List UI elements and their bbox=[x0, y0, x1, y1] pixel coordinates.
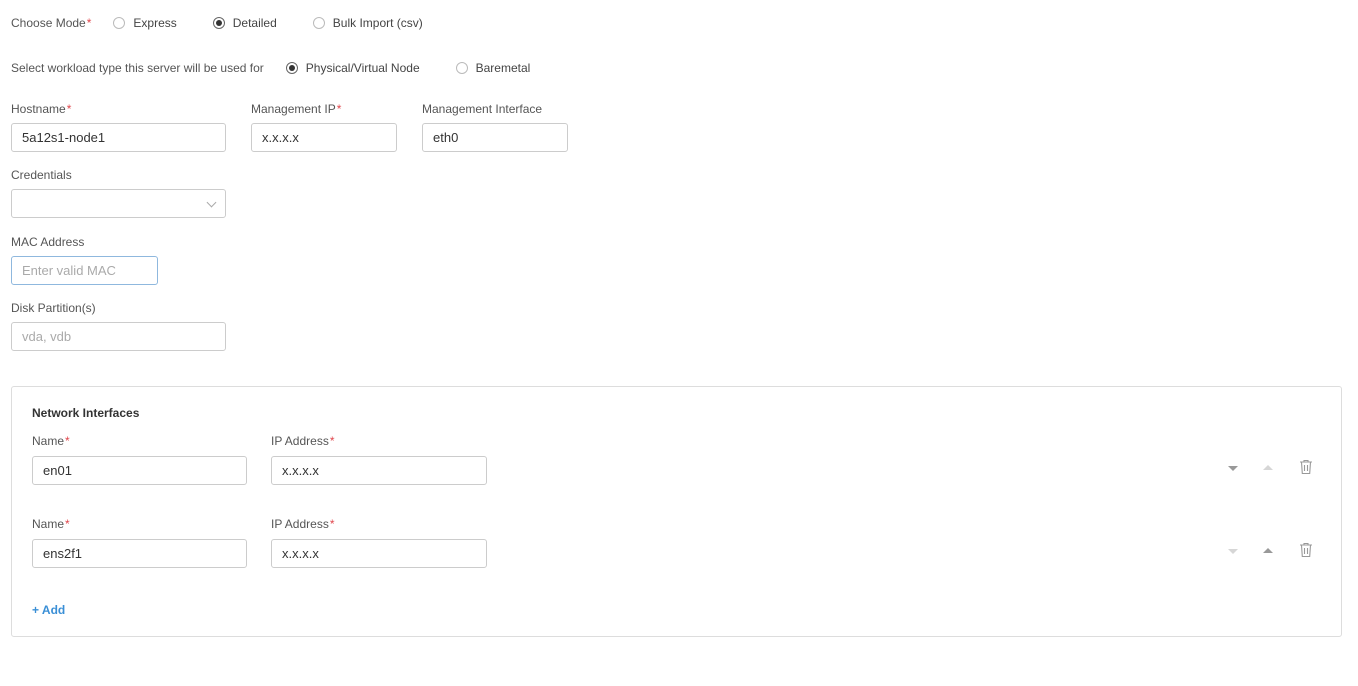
mode-option-detailed-label: Detailed bbox=[232, 16, 277, 30]
mode-row: Choose Mode* Express Detailed Bulk Impor… bbox=[11, 16, 459, 30]
interface-ip-label: IP Address* bbox=[271, 517, 335, 531]
chevron-down-icon bbox=[206, 197, 217, 207]
hostname-label-text: Hostname bbox=[11, 102, 66, 116]
mode-option-express-label: Express bbox=[133, 16, 177, 30]
network-interfaces-panel: Network Interfaces Name* IP Address* Nam… bbox=[11, 386, 1342, 637]
required-mark: * bbox=[65, 517, 70, 531]
radio-bulk-import[interactable] bbox=[312, 17, 325, 29]
workload-row: Select workload type this server will be… bbox=[11, 61, 566, 75]
interface-name-label: Name* bbox=[32, 517, 70, 531]
interface-name-label-text: Name bbox=[32, 434, 65, 448]
workload-option-baremetal-label: Baremetal bbox=[475, 61, 531, 75]
mode-label-text: Choose Mode bbox=[11, 16, 86, 30]
credentials-label: Credentials bbox=[11, 168, 72, 182]
triangle-down-icon[interactable] bbox=[1228, 466, 1238, 471]
required-mark: * bbox=[329, 517, 335, 531]
workload-option-baremetal[interactable]: Baremetal bbox=[455, 61, 531, 75]
mode-label: Choose Mode* bbox=[11, 16, 91, 30]
hostname-label: Hostname* bbox=[11, 102, 71, 116]
mode-option-bulk-import-label: Bulk Import (csv) bbox=[332, 16, 423, 30]
mode-option-express[interactable]: Express bbox=[113, 16, 177, 30]
radio-detailed[interactable] bbox=[212, 17, 225, 29]
interface-name-label: Name* bbox=[32, 434, 70, 448]
disk-partitions-input[interactable] bbox=[11, 322, 226, 351]
interface-name-input[interactable] bbox=[32, 539, 247, 568]
mode-option-bulk-import[interactable]: Bulk Import (csv) bbox=[312, 16, 423, 30]
interface-ip-label-text: IP Address bbox=[271, 517, 329, 531]
hostname-input[interactable] bbox=[11, 123, 226, 152]
triangle-up-icon[interactable] bbox=[1263, 465, 1273, 470]
management-ip-label-text: Management IP bbox=[251, 102, 336, 116]
radio-physical-virtual[interactable] bbox=[285, 62, 298, 74]
interface-ip-input[interactable] bbox=[271, 539, 487, 568]
management-ip-input[interactable] bbox=[251, 123, 397, 152]
radio-baremetal[interactable] bbox=[455, 62, 468, 74]
disk-partitions-label: Disk Partition(s) bbox=[11, 301, 96, 315]
interface-name-label-text: Name bbox=[32, 517, 65, 531]
triangle-up-icon[interactable] bbox=[1263, 548, 1273, 553]
required-mark: * bbox=[336, 102, 342, 116]
management-ip-label: Management IP* bbox=[251, 102, 341, 116]
required-mark: * bbox=[86, 16, 92, 30]
workload-label: Select workload type this server will be… bbox=[11, 61, 264, 75]
network-interfaces-title: Network Interfaces bbox=[32, 406, 140, 420]
interface-ip-input[interactable] bbox=[271, 456, 487, 485]
mac-address-input[interactable] bbox=[11, 256, 158, 285]
required-mark: * bbox=[66, 102, 72, 116]
add-interface-link[interactable]: + Add bbox=[32, 603, 65, 617]
radio-express[interactable] bbox=[113, 17, 126, 29]
interface-name-input[interactable] bbox=[32, 456, 247, 485]
required-mark: * bbox=[65, 434, 70, 448]
interface-ip-label-text: IP Address bbox=[271, 434, 329, 448]
management-interface-input[interactable] bbox=[422, 123, 568, 152]
required-mark: * bbox=[329, 434, 335, 448]
trash-icon[interactable] bbox=[1299, 542, 1313, 558]
triangle-down-icon[interactable] bbox=[1228, 549, 1238, 554]
mac-address-label: MAC Address bbox=[11, 235, 85, 249]
management-interface-label: Management Interface bbox=[422, 102, 543, 116]
workload-option-physical-virtual[interactable]: Physical/Virtual Node bbox=[285, 61, 420, 75]
credentials-select[interactable] bbox=[11, 189, 226, 218]
interface-ip-label: IP Address* bbox=[271, 434, 335, 448]
trash-icon[interactable] bbox=[1299, 459, 1313, 475]
mode-option-detailed[interactable]: Detailed bbox=[212, 16, 277, 30]
workload-option-physical-virtual-label: Physical/Virtual Node bbox=[305, 61, 420, 75]
